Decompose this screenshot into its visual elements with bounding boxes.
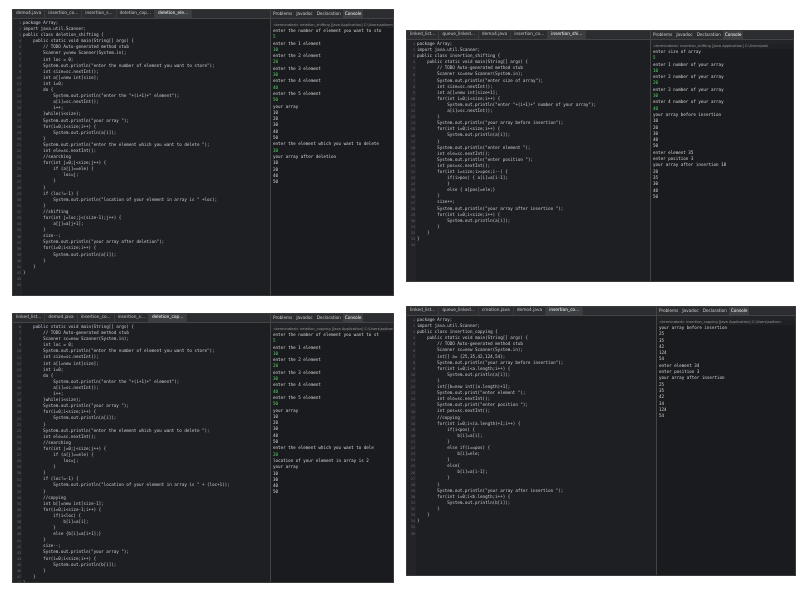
editor-tab-bar: linked_list... demo4.java insertion_co... i… xyxy=(13,314,270,323)
editor-tab-creation-java[interactable]: creation.java xyxy=(479,307,514,315)
console-output-line: enter the number of element you want to … xyxy=(273,332,379,337)
editor-tab-insertion-co[interactable]: insertion_co... xyxy=(546,307,584,315)
view-tab-console[interactable]: Console xyxy=(342,314,364,322)
view-tab-javadoc[interactable]: Javadoc xyxy=(674,31,694,39)
view-tab-declaration[interactable]: Declaration xyxy=(701,307,729,315)
view-tab-problems[interactable]: Problems xyxy=(271,10,294,18)
editor-tab-insertion-s[interactable]: insertion_s... xyxy=(82,10,117,18)
editor-tab-bar: linked_list... queue_linked... demo4.java i… xyxy=(407,31,650,40)
line-number: 34 xyxy=(410,243,415,248)
editor-tab-deletion-ele[interactable]: deletion_ele... xyxy=(154,10,193,18)
console-tab-bar: Problems Javadoc Declaration Console xyxy=(271,314,393,323)
editor-tab-deletion-cop[interactable]: deletion_cop... xyxy=(148,314,188,322)
code-content: package Array; import java.util.Scanner; p… xyxy=(23,20,270,276)
console-view: Problems Javadoc Declaration Console <termin… xyxy=(270,10,393,295)
editor-tab-linked-list[interactable]: linked_list... xyxy=(407,31,440,39)
code-content: package Array; import java.util.Scanner; p… xyxy=(417,317,656,524)
console-output-line: 50 xyxy=(273,179,279,185)
editor-tab-insertion-co[interactable]: insertion_co... xyxy=(78,314,115,322)
editor-tab-queue-linked[interactable]: queue_linked... xyxy=(439,31,479,39)
view-tab-problems[interactable]: Problems xyxy=(271,314,294,322)
code-editor[interactable]: 1 2 3 4 5 6 7 8 9 10 11 12 13 14 15 16 17 18 19 20 21 22 23 24 2… xyxy=(13,19,270,295)
eclipse-window-insertion-copying: linked_list... queue_linked... creation.ja… xyxy=(406,306,796,576)
editor-tab-insertion-s[interactable]: insertion_s... xyxy=(115,314,149,322)
code-line: } xyxy=(23,580,270,582)
editor-tab-demo4-java[interactable]: demo4.java xyxy=(45,314,78,322)
eclipse-window-deletion-shifting: demo4.java insertion_co... insertion_s... d… xyxy=(12,9,394,296)
view-tab-console[interactable]: Console xyxy=(728,307,750,315)
editor-tab-demo4-java[interactable]: demo4.java xyxy=(479,31,512,39)
view-tab-console[interactable]: Console xyxy=(342,10,364,18)
editor-tab-insertion-shi[interactable]: insertion_shi... xyxy=(548,31,587,39)
code-editor[interactable]: 6 7 8 9 10 11 12 13 14 15 16 17 18 19 20 21 22 23 24 25 26 27… xyxy=(13,323,270,582)
console-tab-bar: Problems Javadoc Declaration Console xyxy=(657,307,795,316)
editor-tab-linked-list[interactable]: linked_list... xyxy=(13,314,46,322)
editor-tab-bar: demo4.java insertion_co... insertion_s... d… xyxy=(13,10,270,19)
editor-tab-insertion-co[interactable]: insertion_co... xyxy=(511,31,549,39)
editor-tab-queue-linked[interactable]: queue_linked... xyxy=(439,307,479,315)
view-tab-javadoc[interactable]: Javadoc xyxy=(294,314,314,322)
view-tab-javadoc[interactable]: Javadoc xyxy=(294,10,314,18)
editor-tab-deletion-cop[interactable]: deletion_cop... xyxy=(117,10,155,18)
line-number-gutter: 6 7 8 9 10 11 12 13 14 15 16 17 18 19 20 21 22 23 24 25 26 27… xyxy=(13,323,22,582)
view-tab-declaration[interactable]: Declaration xyxy=(315,10,343,18)
code-line: } xyxy=(417,518,420,524)
console-output-line: enter the number of element you want to … xyxy=(273,28,382,33)
console-output: enter the number of element you want to … xyxy=(271,332,393,496)
editor-tab-demo4-java[interactable]: demo4.java xyxy=(514,307,547,315)
console-view: Problems Javadoc Declaration Console <termin… xyxy=(270,314,393,582)
code-content: public static void main(String[] args) {… xyxy=(23,324,270,582)
view-tab-declaration[interactable]: Declaration xyxy=(315,314,343,322)
line-number-gutter: 1 2 3 4 5 6 7 8 9 10 11 12 13 14 15 16 17 18 19 20 21 22 23 24 2… xyxy=(407,316,416,575)
line-number: 48 xyxy=(13,580,21,582)
console-output: your array before insertion 25 35 42 124 54 en… xyxy=(657,325,795,419)
console-output: enter the number of element you want to … xyxy=(271,28,393,185)
code-content: package Array; import java.util.Scanner; p… xyxy=(417,41,650,242)
code-editor[interactable]: 1 2 3 4 5 6 7 8 9 10 11 12 13 14 15 16 17 18 19 20 21 22 23 24 2… xyxy=(407,316,656,575)
line-number-gutter: 1 2 3 4 5 6 7 8 9 10 11 12 13 14 15 16 17 18 19 20 21 22 23 24 2… xyxy=(407,40,416,281)
console-output-line: 54 xyxy=(659,413,665,419)
code-line: } xyxy=(23,269,26,275)
editor-tab-linked-list[interactable]: linked_list... xyxy=(407,307,440,315)
console-tab-bar: Problems Javadoc Declaration Console xyxy=(271,10,393,19)
view-tab-problems[interactable]: Problems xyxy=(657,307,680,315)
console-view: Problems Javadoc Declaration Console <termin… xyxy=(650,31,793,281)
editor-tab-insertion-co[interactable]: insertion_co... xyxy=(45,10,83,18)
code-editor[interactable]: 1 2 3 4 5 6 7 8 9 10 11 12 13 14 15 16 17 18 19 20 21 22 23 24 2… xyxy=(407,40,650,281)
console-view: Problems Javadoc Declaration Console <termin… xyxy=(656,307,795,575)
eclipse-window-deletion-copying: linked_list... demo4.java insertion_co... i… xyxy=(12,313,394,583)
view-tab-declaration[interactable]: Declaration xyxy=(695,31,723,39)
code-line: } xyxy=(417,236,420,241)
view-tab-javadoc[interactable]: Javadoc xyxy=(680,307,700,315)
editor-tab-demo4-java[interactable]: demo4.java xyxy=(13,10,46,18)
view-tab-console[interactable]: Console xyxy=(722,31,744,39)
editor-tab-bar: linked_list... queue_linked... creation.ja… xyxy=(407,307,656,316)
console-output-line: 50 xyxy=(653,193,659,199)
line-number: 44 xyxy=(16,283,21,288)
console-tab-bar: Problems Javadoc Declaration Console xyxy=(651,31,793,40)
eclipse-window-insertion-shifting: linked_list... queue_linked... demo4.java i… xyxy=(406,30,794,282)
line-number: 36 xyxy=(410,531,415,536)
console-output-line: 50 xyxy=(273,489,279,495)
console-output: enter size of array 5 enter 1 number of yo… xyxy=(651,49,793,200)
console-output-line: enter the element which you want to dele… xyxy=(273,141,379,147)
line-number-gutter: 1 2 3 4 5 6 7 8 9 10 11 12 13 14 15 16 17 18 19 20 21 22 23 24 2… xyxy=(13,19,22,295)
view-tab-problems[interactable]: Problems xyxy=(651,31,674,39)
